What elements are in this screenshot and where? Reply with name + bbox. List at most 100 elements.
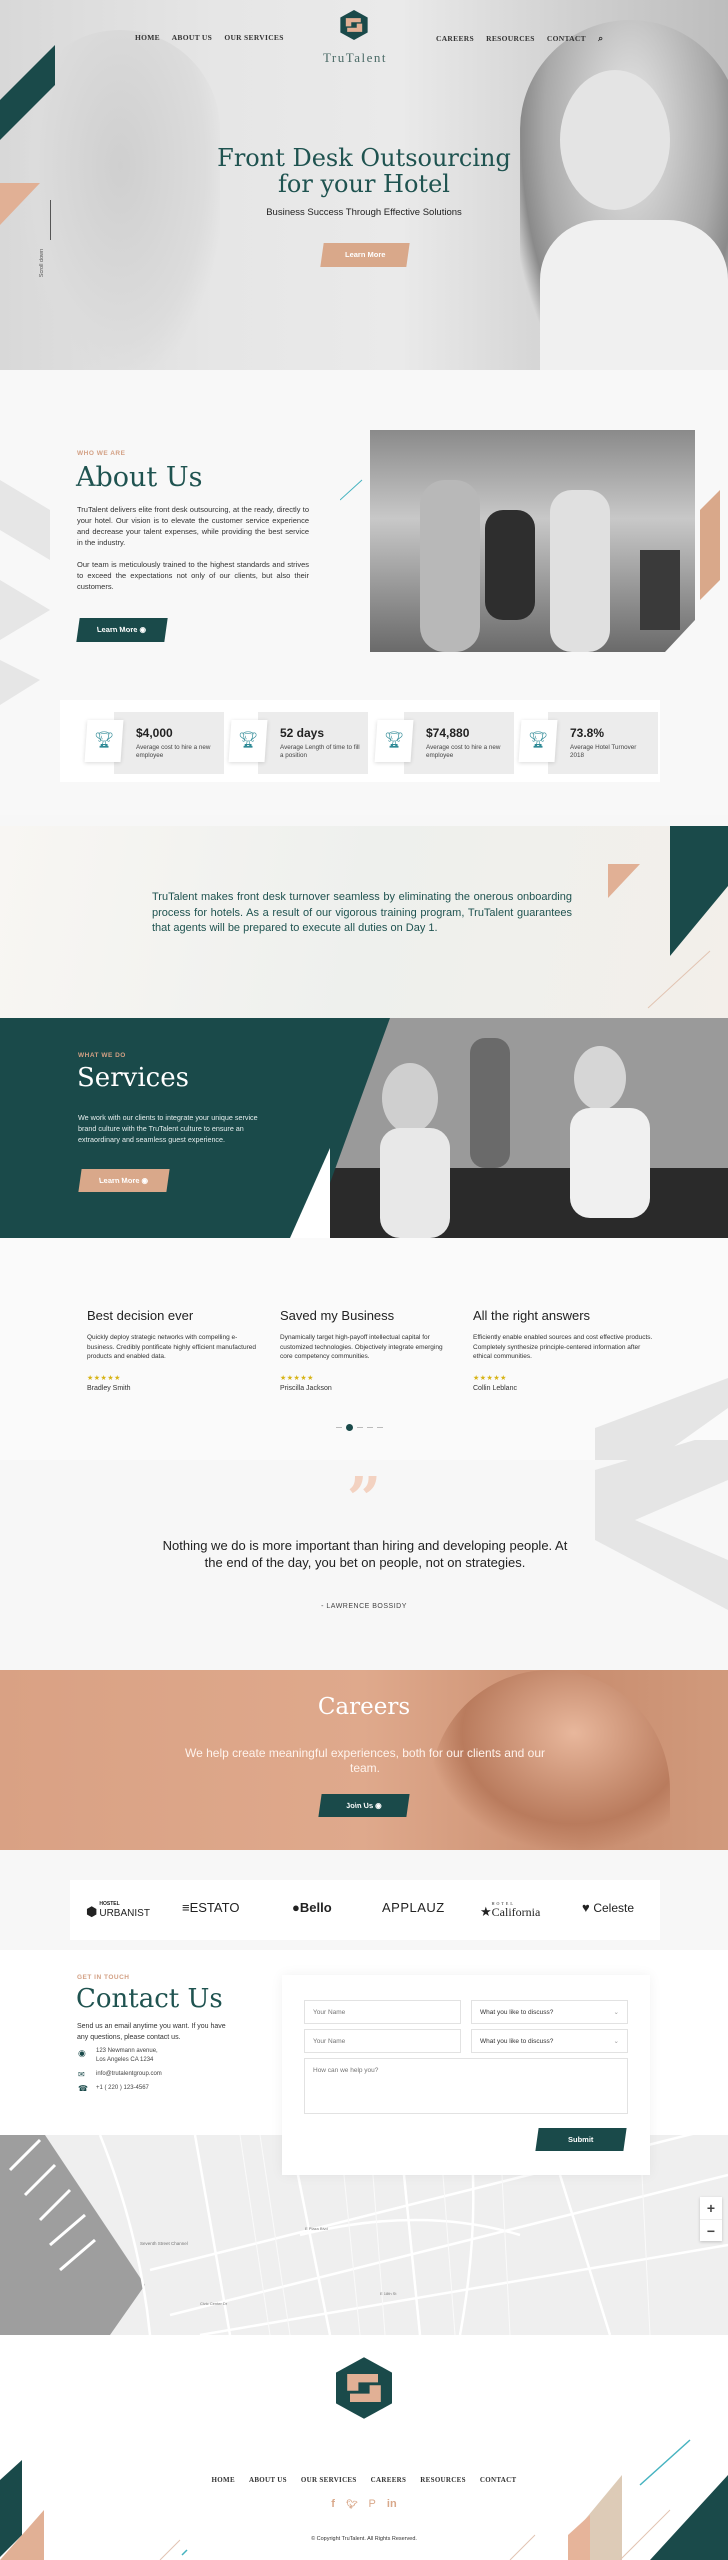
phone-icon: ☎ [78, 2084, 88, 2093]
testimonial-body: Quickly deploy strategic networks with c… [87, 1334, 256, 1360]
scroll-label: Scroll down [39, 248, 46, 278]
partner-sup: HOSTEL [99, 1901, 120, 1907]
services-learn-more-button[interactable]: Learn More ◉ [78, 1169, 170, 1192]
footer-nav-home[interactable]: HOME [212, 2476, 235, 2484]
map-label: Civic Center Dr [200, 2301, 228, 2306]
pager-dash[interactable] [377, 1426, 383, 1428]
testimonial-card: Saved my Business Dynamically target hig… [280, 1308, 455, 1392]
testimonial-title: Saved my Business [280, 1308, 395, 1323]
join-us-label: Join Us [345, 1801, 374, 1810]
logo-icon[interactable] [340, 10, 368, 40]
brand-name[interactable]: TruTalent [310, 50, 400, 66]
careers-section: Careers We help create meaningful experi… [0, 1670, 728, 1850]
map-zoom-out-button[interactable]: − [700, 2219, 722, 2241]
testimonials-section: Best decision ever Quickly deploy strate… [0, 1238, 728, 1460]
footer-nav-our-services[interactable]: OUR SERVICES [301, 2476, 357, 2484]
nav-resources[interactable]: RESOURCES [486, 34, 535, 43]
about-learn-more-button[interactable]: Learn More ◉ [76, 618, 168, 642]
footer-nav-resources[interactable]: RESOURCES [420, 2476, 466, 2484]
rating-stars: ★★★★★ [87, 1374, 121, 1382]
testimonial-author: Bradley Smith [87, 1384, 131, 1392]
bell-icon: ● [292, 1900, 300, 1915]
message-textarea[interactable] [304, 2058, 628, 2114]
nav-right: CAREERS RESOURCES CONTACT ⌕ [436, 33, 613, 44]
chevron-down-icon: ⌄ [613, 2009, 619, 2016]
contact-email[interactable]: info@trutalentgroup.com [96, 2071, 162, 2077]
hero-learn-more-button[interactable]: Learn More [320, 243, 410, 267]
decor-chevron-grey [0, 480, 50, 705]
map-label: E Plaza Blvd [305, 2226, 328, 2231]
pager-dash[interactable] [357, 1426, 363, 1428]
stat-label: Average cost to hire a new employee [136, 744, 211, 759]
decor-shape-teal [0, 45, 55, 140]
trophy-icon: 🏆︎ [374, 720, 414, 762]
partner-name: Bello [299, 1900, 332, 1915]
pager-dash[interactable] [336, 1426, 342, 1428]
contact-phone[interactable]: +1 ( 220 ) 123-4567 [96, 2085, 149, 2091]
quote-section: ” Nothing we do is more important than h… [0, 1440, 728, 1670]
map-label: Seventh Street Channel [140, 2241, 188, 2246]
scroll-indicator[interactable]: Scroll down [39, 200, 56, 290]
contact-form: What you like to discuss? ⌄ What you like… [282, 1975, 650, 2175]
submit-button[interactable]: Submit [535, 2128, 627, 2151]
partner-logo: ★ HOTEL California [480, 1900, 540, 1920]
footer-nav-contact[interactable]: CONTACT [480, 2476, 517, 2484]
pinterest-icon[interactable]: P [369, 2498, 376, 2510]
careers-text: We help create meaningful experiences, b… [185, 1746, 545, 1775]
map-label: E 18th St [380, 2291, 397, 2296]
rating-stars: ★★★★★ [280, 1374, 314, 1382]
partner-logo: APPLAUZ [382, 1900, 445, 1915]
nav-careers[interactable]: CAREERS [436, 34, 474, 43]
topic-select-2[interactable]: What you like to discuss? ⌄ [471, 2029, 628, 2053]
heart-badge-icon: ♥ [582, 1900, 590, 1915]
footer-logo-icon[interactable] [336, 2357, 392, 2419]
careers-title: Careers [317, 1694, 411, 1720]
footer [0, 2335, 728, 2560]
stat-card: 🏆︎ $74,880 Average cost to hire a new em… [374, 712, 514, 774]
footer-nav-about-us[interactable]: ABOUT US [249, 2476, 287, 2484]
stat-card: 🏆︎ $4,000 Average cost to hire a new emp… [84, 712, 224, 774]
mission-text: TruTalent makes front desk turnover seam… [152, 891, 572, 934]
linkedin-icon[interactable]: in [387, 2498, 397, 2510]
copyright: © Copyright TruTalent. All Rights Reserv… [311, 2536, 417, 2542]
partner-logo: ⬢ HOSTEL URBANIST [86, 1900, 150, 1920]
topic-select-1[interactable]: What you like to discuss? ⌄ [471, 2000, 628, 2024]
twitter-icon[interactable]: 🐦︎ [346, 2499, 357, 2509]
pager-dot-active[interactable] [346, 1423, 353, 1431]
testimonial-title: All the right answers [473, 1308, 591, 1323]
name-input-2[interactable] [304, 2029, 461, 2053]
carousel-pager [336, 1422, 383, 1432]
nav-contact[interactable]: CONTACT [547, 34, 586, 43]
testimonial-author: Priscilla Jackson [280, 1384, 332, 1392]
stat-label: Average Hotel Turnover 2018 [570, 744, 637, 759]
join-us-button[interactable]: Join Us ◉ [318, 1794, 410, 1817]
location-pin-icon: ◉ [78, 2048, 86, 2058]
scroll-line [50, 200, 51, 240]
nav-left: HOME ABOUT US OUR SERVICES [135, 33, 294, 42]
nav-home[interactable]: HOME [135, 33, 160, 42]
testimonial-body: Efficiently enable enabled sources and c… [473, 1334, 653, 1360]
hero-bg-shirt [540, 220, 728, 370]
footer-nav-careers[interactable]: CAREERS [371, 2476, 407, 2484]
topic-select-2-value: What you like to discuss? [480, 2037, 554, 2045]
nav-our-services[interactable]: OUR SERVICES [224, 33, 283, 42]
contact-intro: Send us an email anytime you want. If yo… [77, 2023, 226, 2041]
about-photo [340, 430, 720, 652]
contact-title: Contact Us [76, 1984, 223, 2014]
nav-about-us[interactable]: ABOUT US [172, 33, 212, 42]
hero-title-line2: for your Hotel [278, 170, 450, 198]
decor-shape-peach [0, 183, 40, 225]
partner-name: California [491, 1905, 541, 1919]
hero-title: Front Desk Outsourcing for your Hotel [180, 145, 548, 197]
search-icon[interactable]: ⌕ [598, 33, 603, 43]
mission-section: TruTalent makes front desk turnover seam… [0, 826, 728, 1018]
name-input-1[interactable] [304, 2000, 461, 2024]
facebook-icon[interactable]: f [331, 2498, 335, 2510]
about-eyebrow: WHO WE ARE [77, 450, 126, 457]
hero-cta-label: Learn More [344, 250, 386, 259]
social-links: f 🐦︎ P in [0, 2498, 728, 2510]
topic-select-1-value: What you like to discuss? [480, 2008, 554, 2016]
map-zoom-in-button[interactable]: + [700, 2197, 722, 2219]
pager-dash[interactable] [367, 1426, 373, 1428]
stat-card: 🏆︎ 73.8% Average Hotel Turnover 2018 [518, 712, 658, 774]
